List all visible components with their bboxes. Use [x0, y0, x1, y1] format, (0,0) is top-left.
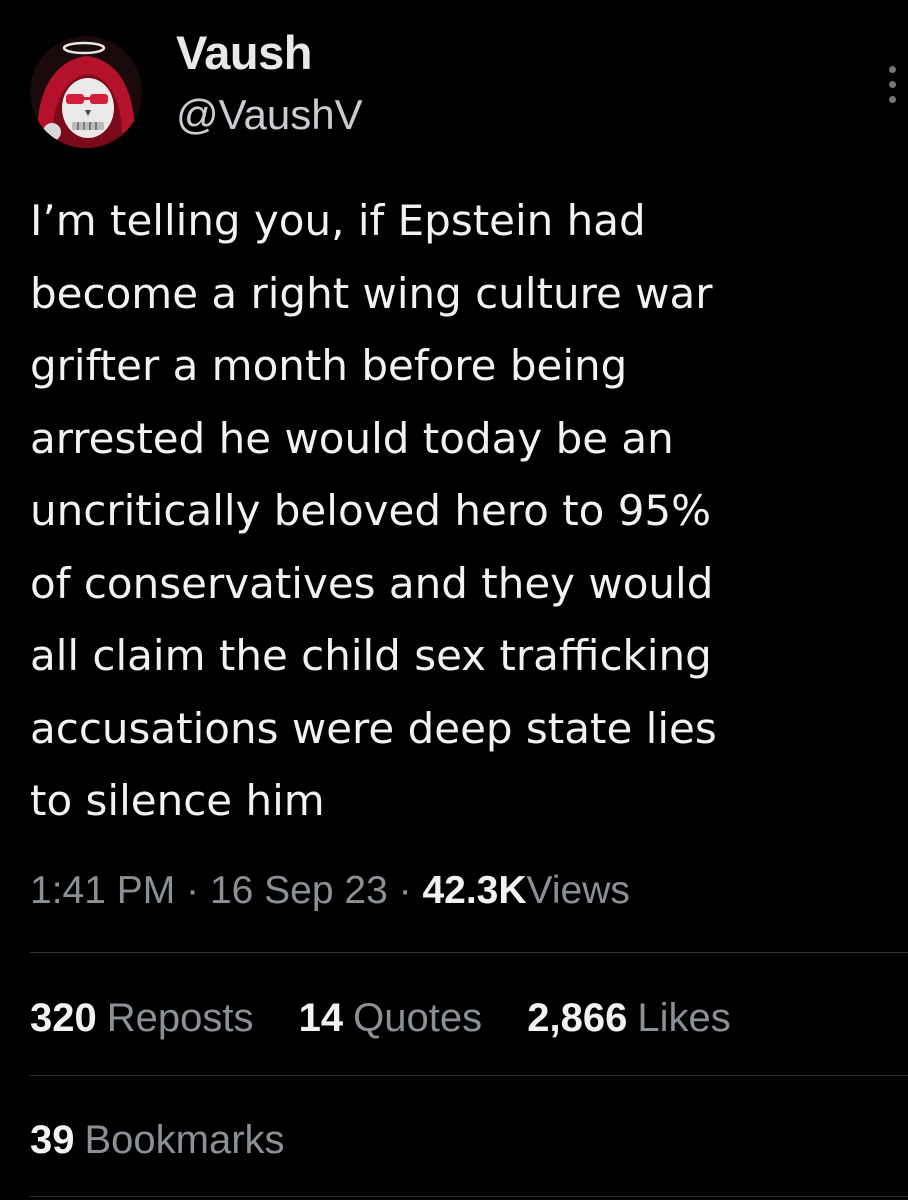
views-count: 42.3K [422, 869, 527, 912]
reposts-count: 320 [30, 996, 97, 1040]
likes-label: Likes [637, 996, 731, 1040]
author-display-name[interactable]: Vaush [176, 24, 363, 82]
engagement-stats: 320 Reposts 14 Quotes 2,866 Likes [30, 990, 765, 1046]
author-handle[interactable]: @VaushV [176, 88, 363, 142]
tweet-detail: Vaush @VaushV I’m telling you, if Epstei… [0, 0, 908, 1200]
red-hooded-skull-avatar-icon [30, 36, 142, 148]
reposts-label: Reposts [106, 996, 254, 1040]
bookmarks-label: Bookmarks [84, 1118, 285, 1162]
divider [30, 1196, 908, 1197]
bookmarks-stat[interactable]: 39 Bookmarks [30, 1112, 285, 1168]
likes-stat[interactable]: 2,866 Likes [527, 990, 731, 1046]
quotes-stat[interactable]: 14 Quotes [299, 990, 482, 1046]
bookmarks-count: 39 [30, 1118, 75, 1162]
meta-separator: · [186, 869, 200, 912]
views-label: Views [526, 869, 630, 912]
divider [30, 952, 908, 953]
more-options-button[interactable] [874, 56, 908, 112]
quotes-label: Quotes [353, 996, 483, 1040]
tweet-meta: 1:41 PM · 16 Sep 23 · 42.3KViews [30, 864, 630, 918]
quotes-count: 14 [298, 996, 344, 1040]
tweet-date[interactable]: 16 Sep 23 [210, 869, 388, 912]
avatar[interactable] [30, 36, 142, 148]
meta-separator: · [398, 869, 412, 912]
tweet-time[interactable]: 1:41 PM [30, 869, 175, 912]
tweet-text: I’m telling you, if Epstein had become a… [30, 196, 717, 825]
likes-count: 2,866 [527, 996, 628, 1040]
reposts-stat[interactable]: 320 Reposts [30, 990, 254, 1046]
author-info: Vaush @VaushV [176, 24, 363, 142]
divider [30, 1075, 908, 1076]
